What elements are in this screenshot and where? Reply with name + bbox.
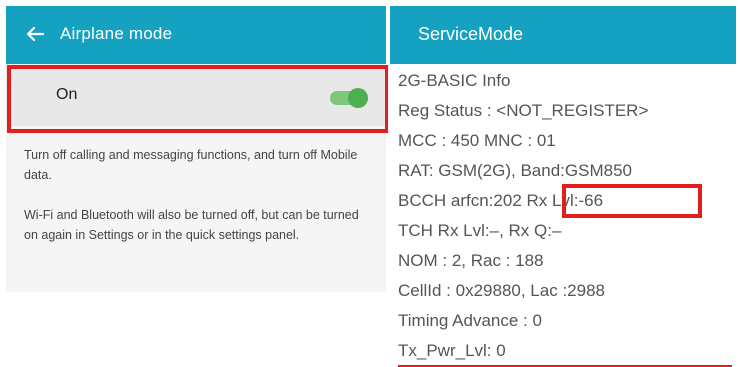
info-line: 2G-BASIC Info xyxy=(398,71,511,90)
app-bar: ServiceMode xyxy=(390,6,736,64)
info-line: NOM : 2, Rac : 188 xyxy=(398,251,544,270)
page-title: Airplane mode xyxy=(60,24,173,43)
switch-thumb xyxy=(348,88,368,108)
description-paragraph-2: Wi-Fi and Bluetooth will also be turned … xyxy=(24,208,359,242)
bcch-arfcn: BCCH arfcn:202 xyxy=(398,191,522,210)
info-line: MCC : 450 MNC : 01 xyxy=(398,131,556,150)
info-line: Reg Status : <NOT_REGISTER> xyxy=(398,101,649,120)
info-line: BCCH arfcn:202 Rx Lvl:-66 xyxy=(398,186,648,216)
airplane-mode-switch[interactable] xyxy=(328,88,368,108)
info-line: CellId : 0x29880, Lac :2988 xyxy=(398,281,605,300)
arrow-back-icon[interactable] xyxy=(24,23,46,45)
info-line: TCH Rx Lvl:–, Rx Q:– xyxy=(398,221,562,240)
info-line: RAT: GSM(2G), Band:GSM850 xyxy=(398,161,632,180)
airplane-mode-screen: Airplane mode On Turn off calling and me… xyxy=(6,6,389,292)
page-title: ServiceMode xyxy=(418,24,524,44)
description-paragraph-1: Turn off calling and messaging functions… xyxy=(24,148,358,182)
airplane-mode-description: Turn off calling and messaging functions… xyxy=(24,145,376,245)
service-mode-screen: ServiceMode 2G-BASIC Info Reg Status : <… xyxy=(388,0,740,367)
info-line: Tx_Pwr_Lvl: 0 xyxy=(398,341,506,360)
app-bar: Airplane mode xyxy=(6,6,386,64)
toggle-label: On xyxy=(56,86,78,103)
info-line: Timing Advance : 0 xyxy=(398,311,542,330)
rx-level-value: Rx Lvl:-66 xyxy=(526,191,604,210)
service-info-list: 2G-BASIC Info Reg Status : <NOT_REGISTER… xyxy=(398,66,648,366)
